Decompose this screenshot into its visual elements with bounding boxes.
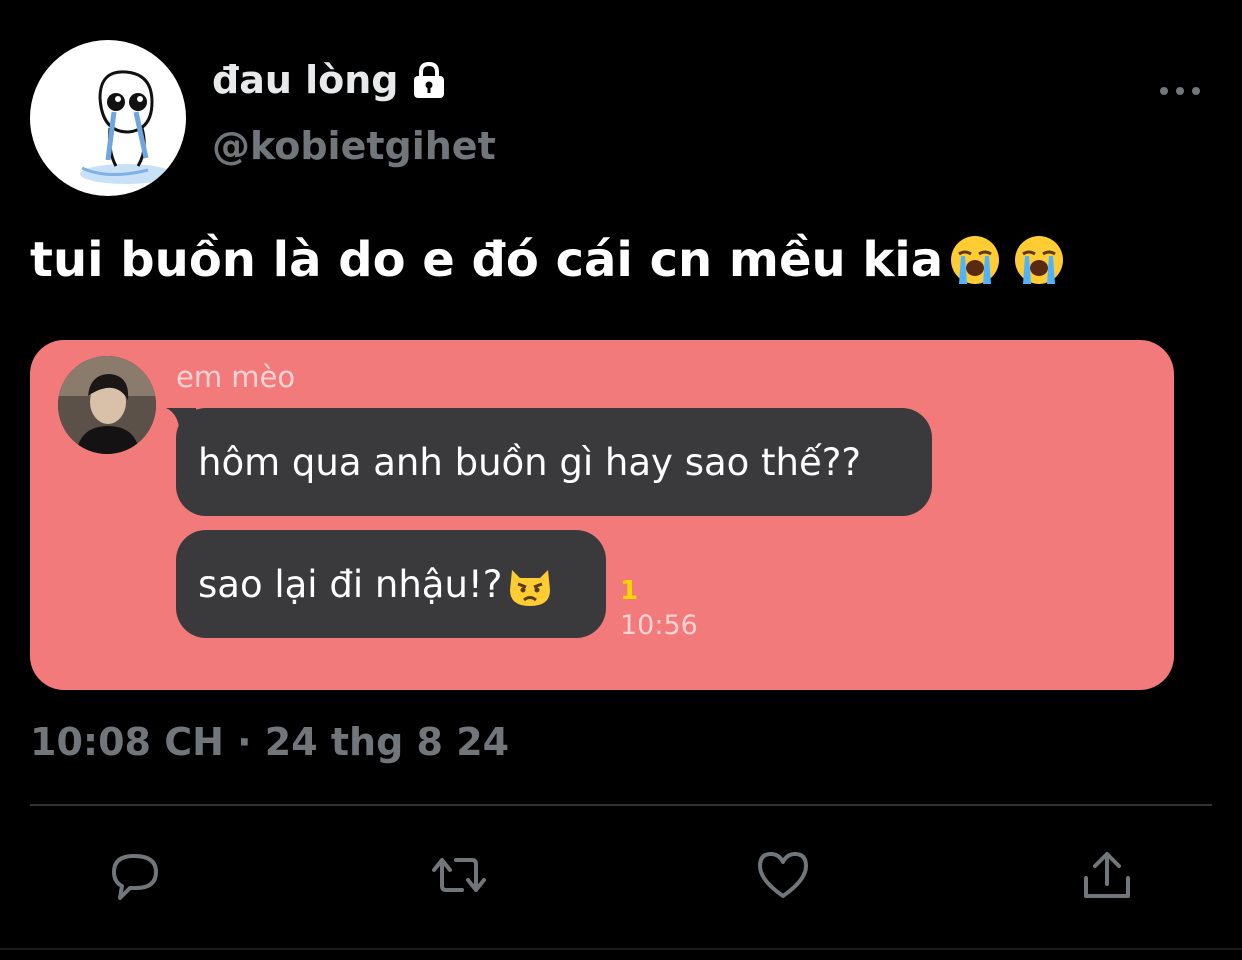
share-button[interactable] [1072, 840, 1142, 910]
chat-message-bubble: sao lại đi nhậu!? [176, 530, 606, 638]
like-button[interactable] [748, 840, 818, 910]
retweet-button[interactable] [424, 840, 494, 910]
tweet-action-bar [0, 840, 1242, 920]
loudly-crying-face-icon [1013, 234, 1065, 286]
tweet-text: tui buồn là do e đó cái cn mều kia [30, 232, 944, 288]
divider [30, 804, 1212, 806]
loudly-crying-face-icon [949, 234, 1001, 286]
chat-message-text: hôm qua anh buồn gì hay sao thế?? [198, 440, 862, 484]
reply-button[interactable] [100, 840, 170, 910]
display-name[interactable]: đau lòng [212, 58, 399, 102]
chat-message-time: 10:56 [620, 610, 698, 641]
like-icon [758, 852, 808, 898]
chat-sender-avatar [58, 356, 156, 454]
chat-sender-name: em mèo [176, 360, 296, 394]
unread-count: 1 [620, 576, 639, 606]
more-icon[interactable] [1158, 80, 1202, 102]
tweet-timestamp[interactable]: 10:08 CH · 24 thg 8 24 [30, 720, 509, 764]
attached-chat-screenshot[interactable]: em mèo hôm qua anh buồn gì hay sao thế??… [30, 340, 1174, 690]
pouting-cat-face-icon [506, 560, 554, 608]
chat-message-bubble: hôm qua anh buồn gì hay sao thế?? [176, 408, 932, 516]
bottom-divider [0, 948, 1242, 950]
lock-icon [409, 60, 449, 100]
retweet-icon [432, 858, 486, 892]
crying-doodle-avatar-image [80, 70, 172, 184]
share-icon [1084, 852, 1130, 898]
display-name-row[interactable]: đau lòng [212, 58, 449, 102]
user-handle[interactable]: @kobietgihet [212, 124, 496, 168]
chat-message-text: sao lại đi nhậu!? [198, 562, 503, 606]
profile-avatar[interactable] [30, 40, 186, 196]
reply-icon [112, 854, 158, 900]
tweet-text-row: tui buồn là do e đó cái cn mều kia [30, 232, 1065, 288]
